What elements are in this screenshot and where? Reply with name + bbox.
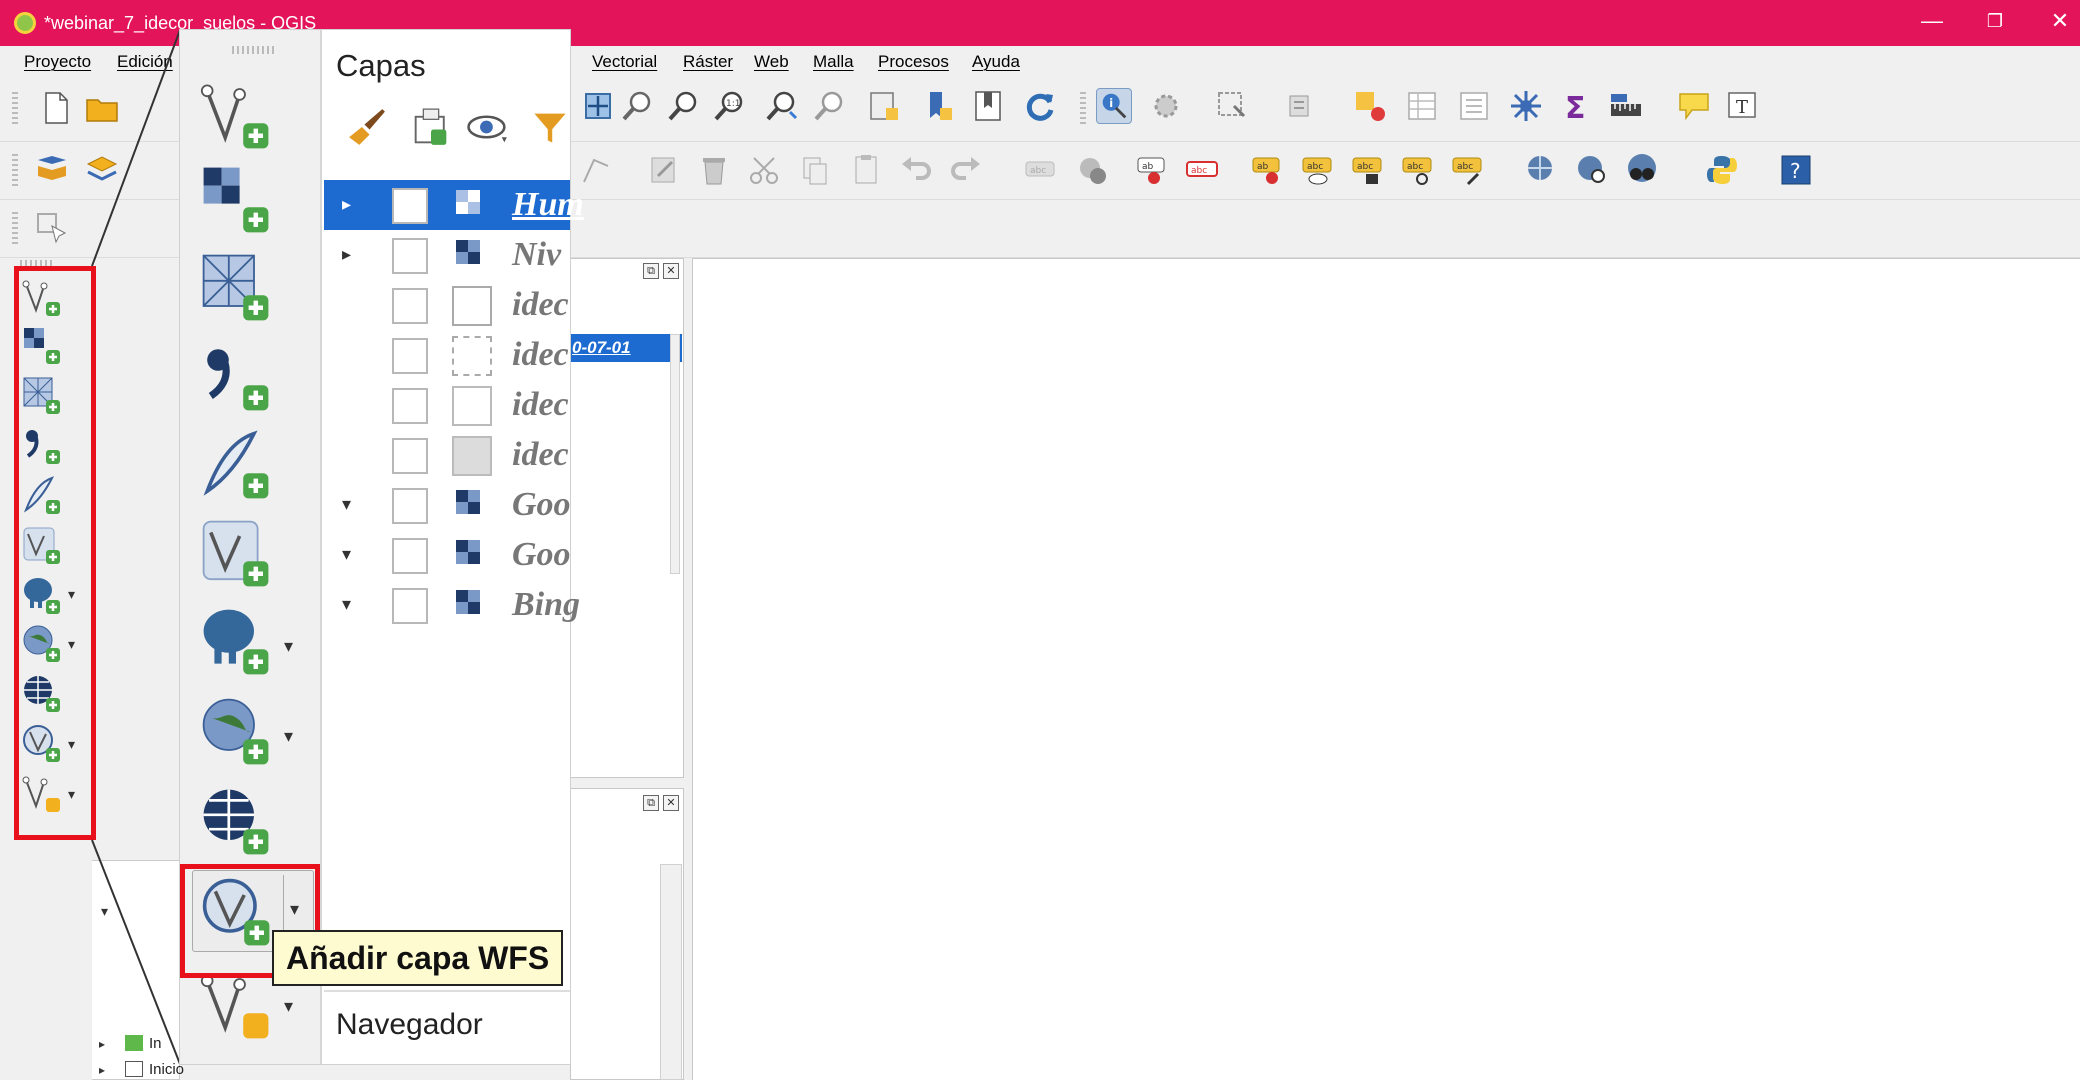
expand-arrow-icon[interactable]: ▾ [342,544,351,565]
add-xyz-layer-icon[interactable] [200,786,272,858]
add-mesh-layer-icon[interactable] [200,252,272,324]
raster-layer-icon [456,490,480,514]
raster-layer-icon [456,190,480,214]
layer-name: idec [512,386,569,423]
qgis-window: *webinar_7_idecor_suelos - QGIS — ❐ ✕ Pr… [0,0,2080,1080]
layer-name: idec [512,336,569,373]
layer-row[interactable]: idec [324,330,570,380]
layer-row[interactable]: idec [324,430,570,480]
expand-arrow-icon[interactable]: ▾ [342,594,351,615]
add-virtual-layer-icon[interactable] [200,518,272,590]
browser-panel-title: Navegador [336,1008,483,1041]
layer-visibility-checkbox[interactable] [392,288,428,324]
layer-visibility-checkbox[interactable] [392,538,428,574]
wms-dropdown-icon[interactable]: ▾ [284,726,293,747]
add-postgis-layer-icon[interactable] [200,606,272,678]
layer-name: Niv [512,236,562,273]
add-wms-layer-icon[interactable] [200,696,272,768]
layer-row[interactable]: idec [324,380,570,430]
polygon-symbol-icon [452,286,492,326]
layer-row[interactable]: ▾ Goo [324,530,571,580]
expand-arrow-icon[interactable]: ▾ [342,494,351,515]
layers-panel-title: Capas [336,48,426,83]
dashed-polygon-symbol-icon [452,336,492,376]
style-manager-brush-icon[interactable] [344,104,390,150]
layer-visibility-checkbox[interactable] [392,488,428,524]
wfs-tooltip: Añadir capa WFS [272,930,564,986]
layer-name: Goo [512,536,571,573]
new-layer-dropdown-icon[interactable]: ▾ [284,996,293,1017]
polygon-symbol-icon [452,386,492,426]
layer-visibility-checkbox[interactable] [392,588,428,624]
expand-arrow-icon[interactable]: ▸ [342,194,351,215]
add-raster-layer-icon[interactable] [200,164,272,236]
layer-row[interactable]: ▸ Niv [324,230,570,280]
raster-layer-icon [456,240,480,264]
layer-row[interactable]: ▾ Bing [324,580,580,630]
layer-name: idec [512,286,569,323]
filter-legend-icon[interactable] [530,104,570,150]
raster-layer-icon [456,540,480,564]
layer-name: idec [512,436,569,473]
panel-divider [324,990,570,992]
layer-name: Hum [512,186,584,223]
layer-visibility-checkbox[interactable] [392,438,428,474]
add-delimited-text-layer-icon[interactable] [200,342,272,414]
layer-name: Bing [512,586,581,623]
manage-visibility-eye-icon[interactable] [464,104,514,150]
layer-visibility-checkbox[interactable] [392,388,428,424]
layer-name: Goo [512,486,571,523]
add-vector-layer-icon[interactable] [200,80,272,152]
filled-polygon-symbol-icon [452,436,492,476]
toolbar-grip[interactable] [232,46,276,54]
layer-row[interactable]: ▾ Goo [324,480,571,530]
layer-visibility-checkbox[interactable] [392,188,428,224]
postgis-dropdown-icon[interactable]: ▾ [284,636,293,657]
add-group-icon[interactable] [408,104,454,150]
expand-arrow-icon[interactable]: ▸ [342,244,351,265]
raster-layer-icon [456,590,480,614]
new-spatialite-layer-icon[interactable] [200,970,272,1042]
layer-row[interactable]: ▸ Hum [324,180,584,230]
layer-row[interactable]: idec [324,280,570,330]
layer-visibility-checkbox[interactable] [392,338,428,374]
layer-visibility-checkbox[interactable] [392,238,428,274]
new-gpx-layer-icon[interactable] [200,430,272,502]
zoomed-layers-panel: Capas ▸ Hum ▸ Niv idec idec idec idec ▾ … [324,30,584,1064]
